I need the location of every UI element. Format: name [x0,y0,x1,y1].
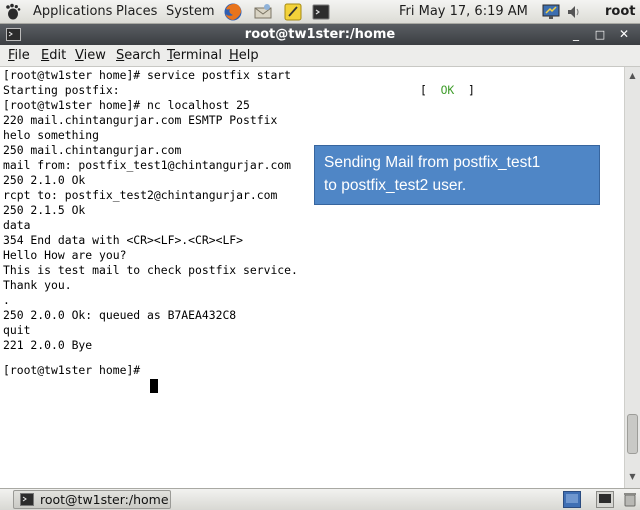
mail-client-icon[interactable] [253,2,273,22]
text-editor-icon[interactable] [283,2,303,22]
callout-line-2: to postfix_test2 user. [324,177,467,194]
taskbar-window-button[interactable]: root@tw1ster:/home [13,490,171,509]
menu-edit[interactable]: Edit [41,45,66,67]
terminal-launcher-icon[interactable] [311,2,331,22]
menu-terminal[interactable]: Terminal [167,45,222,67]
firefox-icon[interactable] [223,2,243,22]
window-title: root@tw1ster:/home [244,27,396,42]
terminal-prompt: [root@tw1ster home]# [3,363,148,377]
callout-line-1: Sending Mail from postfix_test1 [324,154,541,171]
scroll-down-icon[interactable]: ▼ [625,470,640,484]
terminal-line: [root@tw1ster home]# service postfix sta… [3,68,292,82]
update-monitor-icon[interactable] [541,2,561,22]
top-panel: Applications Places System Fri May 17, 6… [0,0,640,24]
terminal-line: 250 2.1.0 Ok [3,173,86,187]
terminal-line: 250 2.1.5 Ok [3,203,86,217]
menu-file[interactable]: File [8,45,30,67]
terminal-line: This is test mail to check postfix servi… [3,263,298,277]
user-name[interactable]: root [605,0,636,23]
terminal-cursor [150,379,158,393]
applications-menu[interactable]: Applications [33,0,112,23]
terminal-output[interactable]: [root@tw1ster home]# service postfix sta… [0,67,624,488]
workspace-1-icon[interactable] [563,491,581,508]
terminal-line: data [3,218,31,232]
maximize-icon[interactable]: □ [592,27,608,42]
volume-icon[interactable] [564,2,584,22]
terminal-line: Starting postfix: [3,83,120,97]
scroll-up-icon[interactable]: ▲ [625,69,640,83]
menu-view[interactable]: View [75,45,106,67]
scrollbar-thumb[interactable] [627,414,638,454]
terminal-line: . [3,293,10,307]
trash-icon[interactable] [623,492,637,507]
terminal-line: 250 mail.chintangurjar.com [3,143,182,157]
taskbar-label: root@tw1ster:/home [40,492,169,507]
terminal-scrollbar[interactable]: ▲ ▼ [624,67,640,488]
workspace-2-icon[interactable] [596,491,614,508]
terminal-line: [root@tw1ster home]# nc localhost 25 [3,98,250,112]
menubar: File Edit View Search Terminal Help [0,45,640,67]
terminal-task-icon [20,493,34,506]
terminal-line: 221 2.0.0 Bye [3,338,93,352]
minimize-icon[interactable]: _ [568,27,584,42]
bottom-panel: root@tw1ster:/home [0,488,640,510]
gnome-foot-icon[interactable] [4,3,21,20]
terminal-line: rcpt to: postfix_test2@chintangurjar.com [3,188,278,202]
terminal-line: 250 2.0.0 Ok: queued as B7AEA432C8 [3,308,237,322]
terminal-line: 220 mail.chintangurjar.com ESMTP Postfix [3,113,278,127]
ok-status: [ OK ] [420,83,475,97]
clock[interactable]: Fri May 17, 6:19 AM [399,0,528,23]
annotation-callout: Sending Mail from postfix_test1 to postf… [314,145,600,205]
terminal-line: 354 End data with <CR><LF>.<CR><LF> [3,233,244,247]
terminal-window: root@tw1ster:/home _ □ ✕ File Edit View … [0,24,640,488]
terminal-line: Hello How are you? [3,248,127,262]
terminal-line: mail from: postfix_test1@chintangurjar.c… [3,158,292,172]
menu-help[interactable]: Help [229,45,259,67]
terminal-line: Thank you. [3,278,72,292]
window-titlebar[interactable]: root@tw1ster:/home _ □ ✕ [0,24,640,45]
close-icon[interactable]: ✕ [616,27,632,42]
system-menu[interactable]: System [166,0,214,23]
menu-search[interactable]: Search [116,45,161,67]
terminal-line: quit [3,323,31,337]
places-menu[interactable]: Places [116,0,157,23]
terminal-line: helo something [3,128,100,142]
